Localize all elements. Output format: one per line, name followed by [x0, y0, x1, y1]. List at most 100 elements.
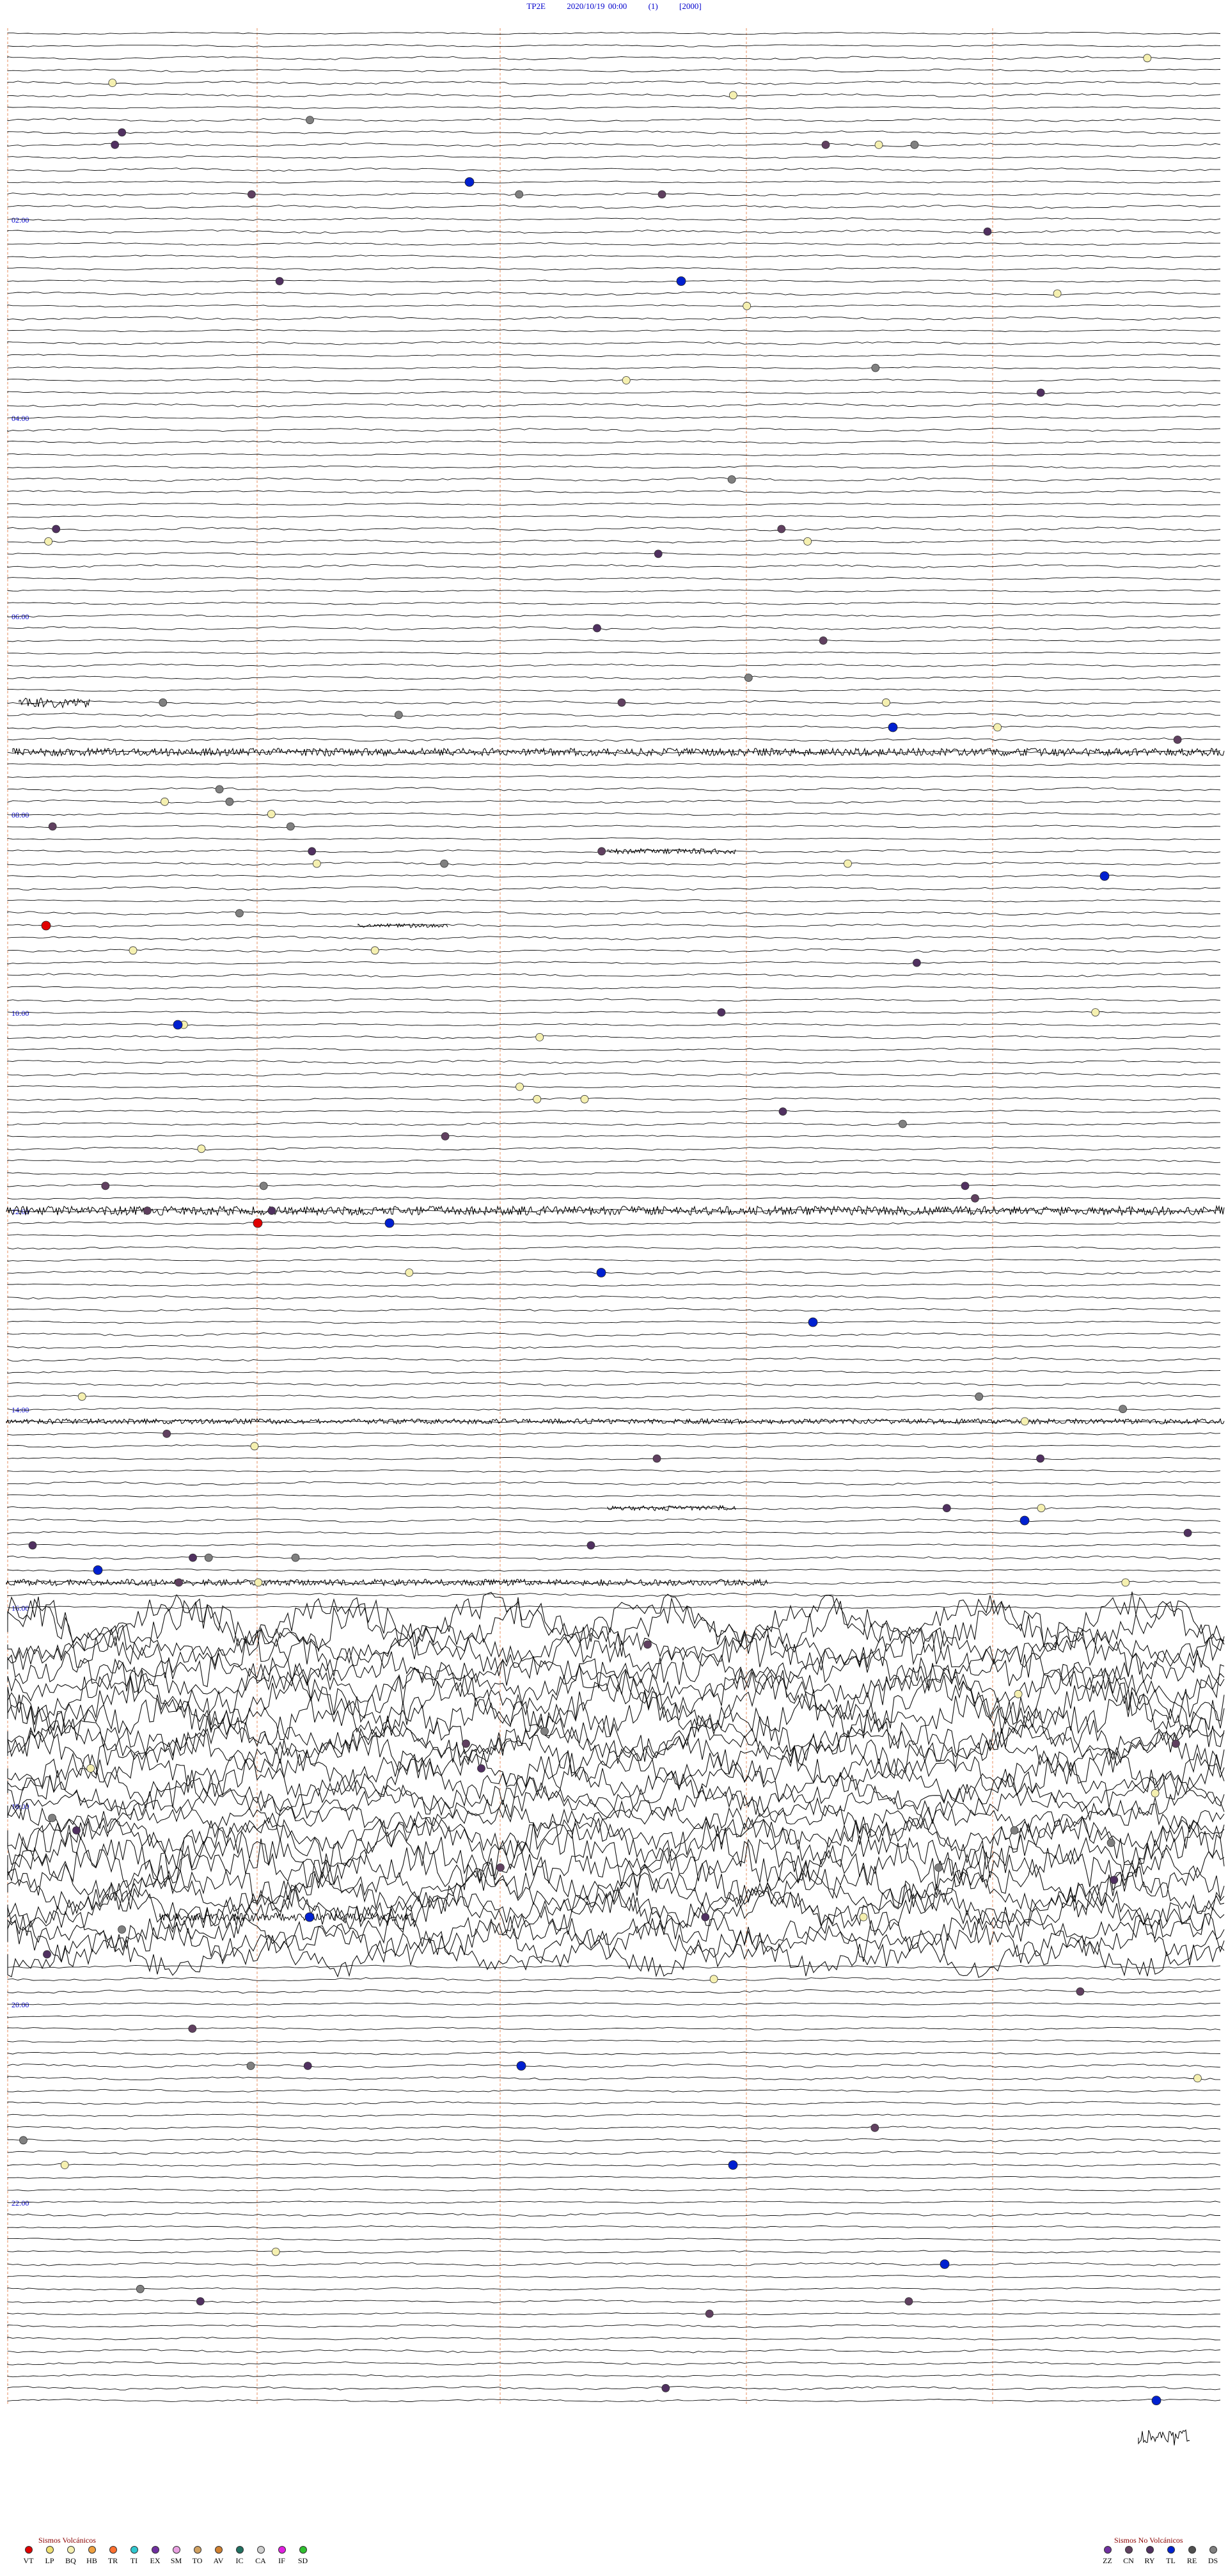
tl-event-marker: [596, 1268, 606, 1277]
seismic-trace: [7, 180, 1221, 184]
seismic-trace: [7, 998, 1221, 1002]
seismic-trace: [7, 1469, 1221, 1473]
seismic-trace: [7, 2399, 1221, 2403]
volcanic-legend-dot-tr: [102, 2546, 123, 2554]
seismic-trace: [7, 626, 1221, 631]
seismic-trace: [7, 899, 1221, 903]
event-marker: [108, 79, 117, 87]
volcanic-legend-dot-to: [187, 2546, 208, 2554]
event-marker: [477, 1764, 485, 1773]
seismic-burst: [6, 1418, 1225, 1425]
seismic-trace: [7, 2039, 1221, 2043]
event-marker: [899, 1119, 907, 1128]
seismic-trace: [7, 2287, 1221, 2291]
event-marker: [961, 1181, 970, 1190]
seismic-trace: [7, 416, 1221, 420]
seismic-trace: [7, 1531, 1221, 1535]
seismic-trace: [7, 1593, 1221, 1597]
volcanic-legend-code-ic: IC: [235, 2556, 244, 2565]
seismic-trace: [7, 2138, 1221, 2142]
event-marker: [162, 1429, 171, 1438]
event-marker: [975, 1392, 984, 1401]
seismic-trace: [7, 130, 1221, 135]
event-marker: [43, 1950, 51, 1959]
seismic-trace: [7, 1072, 1221, 1077]
event-marker: [1121, 1578, 1130, 1587]
seismic-trace: [7, 2385, 1221, 2390]
nonvolcanic-legend-code-ds: DS: [1208, 2556, 1218, 2565]
volcanic-legend-dot-sd: [292, 2546, 313, 2554]
seismic-trace: [7, 2150, 1221, 2155]
seismic-trace: [7, 601, 1221, 605]
seismic-trace: [7, 477, 1220, 482]
seismic-trace: [7, 973, 1221, 977]
event-marker: [643, 1640, 652, 1649]
event-marker: [593, 624, 601, 633]
seismic-trace: [7, 465, 1221, 469]
hour-label: 10:00: [12, 1009, 29, 1018]
seismic-trace: [7, 1023, 1221, 1027]
event-marker: [394, 711, 403, 719]
event-marker: [1036, 1454, 1044, 1463]
event-marker: [291, 1553, 300, 1562]
event-marker: [617, 698, 626, 707]
event-marker: [535, 1033, 544, 1041]
event-marker: [48, 1813, 56, 1822]
seismic-trace: [7, 204, 1221, 209]
event-marker: [727, 475, 736, 484]
event-marker: [462, 1739, 470, 1748]
seismic-trace: [7, 2114, 1221, 2117]
event-marker: [441, 1132, 450, 1141]
event-marker: [175, 1578, 184, 1587]
event-marker: [803, 537, 812, 546]
seismic-trace: [7, 849, 1221, 853]
volcanic-legend-code-to: TO: [192, 2556, 203, 2565]
seismic-trace: [7, 1146, 1221, 1151]
seismic-trace: [7, 576, 1221, 581]
event-marker: [19, 2136, 28, 2145]
volcanic-legend-code-lp: LP: [45, 2556, 54, 2565]
seismic-trace: [7, 1989, 1221, 1994]
volcanic-legend-dot-av: [208, 2546, 229, 2554]
seismic-burst: [19, 697, 90, 709]
seismic-trace: [7, 490, 1221, 494]
seismic-trace: [7, 2225, 1221, 2229]
vt-event-marker: [253, 1218, 263, 1228]
event-marker: [86, 1764, 95, 1773]
nonvolcanic-legend-codes: ZZ CN RY TL RE DS: [1097, 2556, 1224, 2566]
event-marker: [275, 277, 284, 285]
tl-event-marker: [1099, 871, 1110, 881]
event-marker: [1110, 1876, 1119, 1885]
volcanic-legend-dot-bq: [60, 2546, 81, 2554]
seismic-trace: [7, 688, 1221, 692]
volcanic-legend-code-ex: EX: [150, 2556, 161, 2565]
seismic-trace: [7, 2014, 1221, 2018]
seismic-trace: [7, 68, 1221, 72]
volcanic-legend-dot-vt: [18, 2546, 39, 2554]
seismic-trace: [7, 1171, 1221, 1176]
event-marker: [225, 797, 234, 806]
seismic-trace: [7, 1184, 1221, 1188]
event-marker: [1037, 1504, 1046, 1513]
seismic-trace: [7, 1357, 1221, 1362]
seismic-trace: [7, 1544, 1221, 1547]
seismic-burst: [12, 747, 1225, 757]
event-marker: [983, 227, 992, 236]
seismic-trace: [7, 676, 1221, 680]
event-marker: [1183, 1528, 1192, 1537]
event-marker: [129, 946, 138, 955]
seismic-trace: [7, 1444, 1221, 1448]
seismic-trace: [7, 1870, 1225, 1915]
seismic-trace: [7, 1097, 1221, 1102]
event-marker: [657, 190, 666, 199]
seismic-trace: [7, 2299, 1221, 2303]
seismic-trace: [7, 552, 1221, 556]
event-marker: [440, 859, 448, 868]
seismic-trace: [7, 280, 1221, 283]
seismic-trace: [7, 81, 1221, 85]
event-marker: [44, 537, 53, 546]
seismic-trace: [7, 725, 1221, 730]
volcanic-legend-dot-if: [271, 2546, 292, 2554]
event-marker: [778, 1107, 787, 1116]
seismic-trace: [7, 1592, 1225, 1648]
